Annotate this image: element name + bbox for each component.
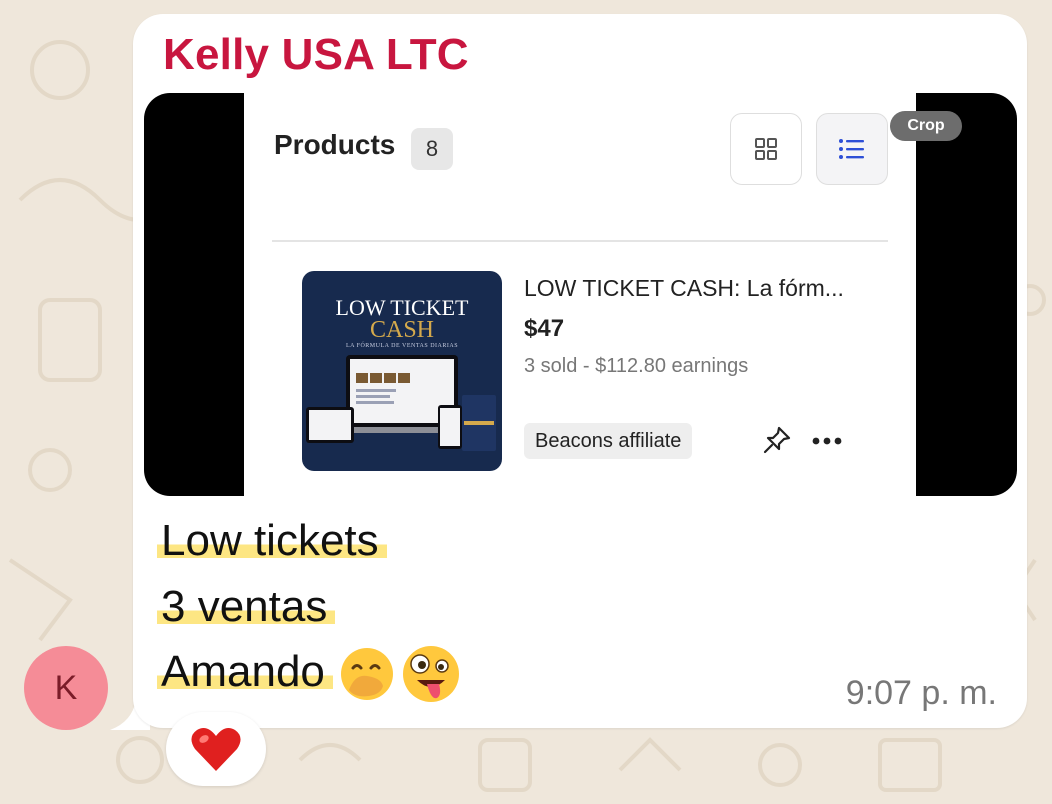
hand-over-mouth-emoji-icon — [340, 648, 393, 700]
attached-screenshot: Products 8 LOW TICKET CASH LA FÓRMULA DE… — [244, 93, 916, 496]
zany-face-emoji-icon — [402, 646, 459, 702]
message-text-2: 3 ventas — [157, 582, 336, 631]
more-options-icon — [812, 437, 842, 445]
message-text-1: Low tickets — [157, 516, 387, 565]
pin-icon — [763, 426, 791, 454]
products-heading: Products — [274, 129, 396, 160]
message-text-3: Amando — [157, 646, 333, 696]
avatar-initial: K — [54, 668, 78, 707]
grid-icon — [755, 138, 777, 160]
message-bubble[interactable]: Kelly USA LTC Products 8 LOW TICKET CASH… — [133, 14, 1027, 728]
product-name: LOW TICKET CASH: La fórm... — [524, 275, 844, 301]
product-tag: Beacons affiliate — [524, 423, 693, 459]
product-stats: 3 sold - $112.80 earnings — [524, 355, 749, 377]
crop-badge: Crop — [890, 111, 962, 141]
sender-name[interactable]: Kelly USA LTC — [163, 30, 469, 80]
thumbnail-devices-illustration — [306, 355, 496, 451]
product-price: $47 — [524, 315, 565, 342]
message-line-2: 3 ventas — [157, 582, 336, 632]
message-line-3: Amando — [157, 644, 461, 704]
image-attachment[interactable]: Products 8 LOW TICKET CASH LA FÓRMULA DE… — [144, 93, 1017, 496]
list-view-button — [816, 113, 888, 185]
products-count-badge: 8 — [411, 128, 453, 170]
grid-view-button — [730, 113, 802, 185]
list-icon — [839, 139, 864, 159]
heart-emoji-icon — [191, 728, 241, 771]
divider — [272, 240, 888, 242]
reaction-pill[interactable] — [166, 712, 266, 786]
sender-avatar[interactable]: K — [24, 646, 108, 730]
message-timestamp: 9:07 p. m. — [845, 674, 997, 712]
message-line-1: Low tickets — [157, 516, 387, 566]
product-thumbnail: LOW TICKET CASH LA FÓRMULA DE VENTAS DIA… — [302, 271, 502, 471]
